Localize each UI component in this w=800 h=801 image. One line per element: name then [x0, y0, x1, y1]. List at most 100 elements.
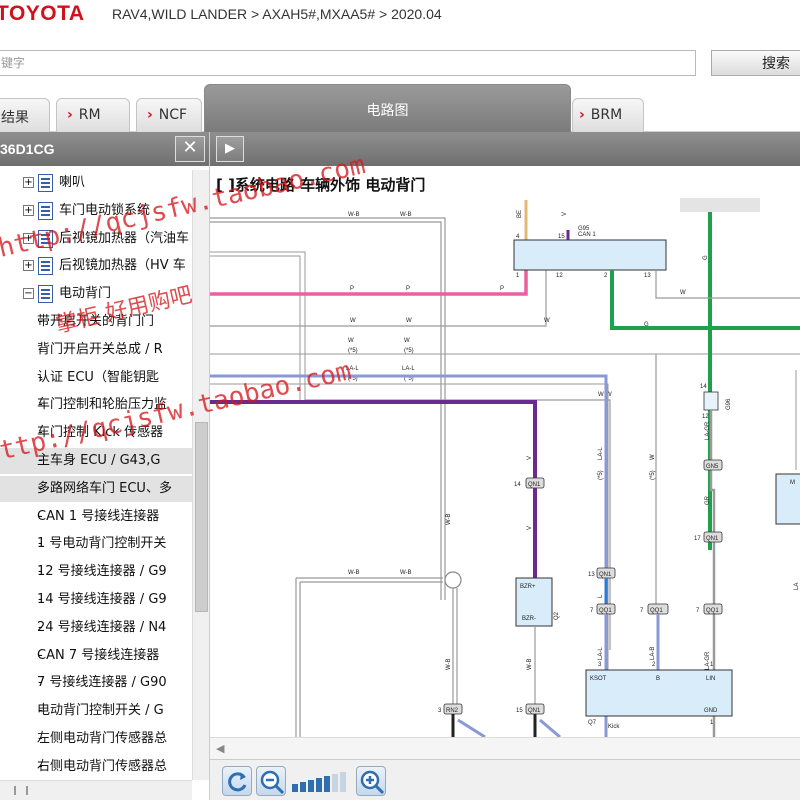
- tab-ncf[interactable]: › NCF: [136, 98, 202, 132]
- diagram-label: (*5): [598, 470, 604, 480]
- vertical-scrollbar[interactable]: [192, 170, 209, 780]
- diagram-label: V: [527, 456, 533, 460]
- tree-item[interactable]: − 电动背门: [0, 281, 192, 307]
- zoom-step[interactable]: [332, 774, 338, 792]
- diagram-label: G: [703, 255, 709, 260]
- chevron-right-icon: ›: [579, 107, 585, 123]
- horizontal-scrollbar[interactable]: [0, 780, 192, 800]
- diagram-label: (*5): [404, 348, 414, 354]
- zoom-in-icon[interactable]: [356, 766, 386, 796]
- search-input[interactable]: [0, 50, 696, 76]
- wiring-diagram[interactable]: W-B W-B W W P P P W W W W W (*5) (*5) LA-L LA-L (*5) (*5)…: [210, 170, 800, 737]
- diagram-label: W: [680, 290, 686, 296]
- zoom-step[interactable]: [316, 778, 322, 792]
- tree-item[interactable]: - 认证 ECU（智能钥匙: [0, 365, 192, 391]
- tree-item[interactable]: + 后视镜加热器（HV 车: [0, 253, 192, 279]
- tree-item[interactable]: + 喇叭: [0, 170, 192, 196]
- diagram-label: L: [598, 594, 604, 598]
- diagram-label: P: [350, 286, 354, 292]
- wire-la-l: [457, 718, 486, 737]
- document-icon: [38, 201, 53, 220]
- tree-item-label: 背门开启开关总成 / R: [37, 341, 163, 357]
- diagram-label: Q2: [554, 611, 560, 620]
- tree-item[interactable]: - 左侧电动背门传感器总: [0, 726, 192, 752]
- search-button[interactable]: 搜索: [711, 50, 800, 76]
- close-icon[interactable]: ✕: [175, 136, 205, 162]
- diagram-label: P: [406, 286, 410, 292]
- expand-icon[interactable]: +: [23, 177, 34, 188]
- tree-item[interactable]: - 多路网络车门 ECU、多: [0, 475, 192, 502]
- scroll-thumb[interactable]: [195, 422, 208, 612]
- tree-item[interactable]: -7 号接线连接器 / G90: [0, 670, 192, 696]
- diagram-label: 7: [590, 608, 594, 614]
- diagram-label: W-B: [400, 570, 412, 576]
- wire-w: [210, 383, 609, 680]
- wire-la-l: [539, 718, 561, 737]
- expand-icon[interactable]: +: [23, 260, 34, 272]
- diagram-label: KSOT: [590, 676, 607, 682]
- diagram-label: 7: [640, 608, 644, 614]
- expand-icon[interactable]: +: [23, 232, 34, 244]
- zoom-out-icon[interactable]: [256, 766, 286, 796]
- diagram-label: QQ1: [706, 608, 719, 614]
- diagram-viewer: ▶ W-B W-B W W P P P W W W W W (*5) (*5) LA-L LA-L (*5) (*…: [210, 132, 800, 800]
- zoom-step[interactable]: [292, 784, 298, 792]
- diagram-horizontal-scrollbar[interactable]: ◀: [210, 737, 800, 759]
- tab-results[interactable]: 结果: [0, 98, 50, 132]
- tree-item[interactable]: - 带开启开关的背门门: [0, 309, 192, 335]
- tree-item[interactable]: + 车门电动锁系统: [0, 198, 192, 224]
- document-icon: [38, 174, 53, 192]
- brand-logo: TOYOTA: [0, 2, 85, 25]
- diagram-label: W: [348, 338, 354, 344]
- diagram-label: LA-GR: [705, 421, 711, 440]
- wire-w-b: [210, 221, 442, 600]
- wire-w: [210, 255, 301, 400]
- diagram-label: W: [350, 318, 356, 324]
- wiring-diagram-canvas[interactable]: W-B W-B W W P P P W W W W W (*5) (*5) LA-L LA-L (*5) (*5)…: [210, 170, 800, 737]
- tree-item-label: 右侧电动背门传感器总: [37, 758, 168, 774]
- tab-brm[interactable]: › BRM: [572, 98, 644, 132]
- diagram-label: 1: [516, 273, 520, 279]
- diagram-label: 13: [588, 572, 595, 578]
- tree-item[interactable]: - 主车身 ECU / G43,G: [0, 448, 192, 474]
- tree-item[interactable]: - 车门控制和轮胎压力监: [0, 392, 192, 418]
- wire-g: [610, 270, 800, 330]
- tab-wiring-diagram[interactable]: 电路图: [204, 84, 571, 132]
- tree-item[interactable]: - 车门控制 Kick 传感器: [0, 420, 192, 446]
- refresh-icon[interactable]: [222, 766, 252, 796]
- tab-rm[interactable]: › RM: [56, 98, 130, 132]
- diagram-label: 12: [702, 414, 709, 420]
- tree-item[interactable]: - 背门开启开关总成 / R: [0, 337, 192, 363]
- diagram-label: GND: [704, 708, 718, 714]
- diagram-label: LIN: [706, 676, 715, 682]
- zoom-step[interactable]: [308, 780, 314, 792]
- wire-v: [210, 400, 537, 610]
- expand-icon[interactable]: +: [23, 204, 34, 216]
- tree-item[interactable]: - CAN 1 号接线连接器: [0, 504, 192, 530]
- tree-item[interactable]: -12 号接线连接器 / G9: [0, 559, 192, 585]
- wire-w: [210, 270, 547, 327]
- tree-item-label: 车门控制 Kick 传感器: [37, 425, 164, 441]
- grip-icon[interactable]: [14, 786, 28, 795]
- scroll-left-icon[interactable]: ◀: [216, 742, 224, 755]
- zoom-step[interactable]: [324, 776, 330, 792]
- tree-item[interactable]: - 右侧电动背门传感器总: [0, 754, 192, 780]
- zoom-step[interactable]: [300, 782, 306, 792]
- tab-label: RM: [78, 107, 101, 123]
- tree-item[interactable]: - 电动背门控制开关 / G: [0, 698, 192, 724]
- expand-panel-icon[interactable]: ▶: [216, 136, 244, 162]
- tab-label: NCF: [158, 107, 188, 123]
- tree-item[interactable]: + 后视镜加热器（汽油车: [0, 226, 192, 252]
- tree-item[interactable]: - CAN 7 号接线连接器: [0, 643, 192, 669]
- tree-item[interactable]: -24 号接线连接器 / N4: [0, 615, 192, 641]
- tree-item-label: 主车身 ECU / G43,G: [37, 453, 161, 468]
- breadcrumb[interactable]: RAV4,WILD LANDER > AXAH5#,MXAA5# > 2020.…: [112, 6, 442, 22]
- tree-item[interactable]: -1 号电动背门控制开关: [0, 531, 192, 557]
- zoom-step[interactable]: [340, 772, 346, 792]
- diagram-label: W: [544, 318, 550, 324]
- diagram-label: QQ1: [650, 608, 663, 614]
- tree-item[interactable]: -14 号接线连接器 / G9: [0, 587, 192, 613]
- diagram-label: G96: [726, 398, 732, 410]
- diagram-label: 14: [514, 482, 521, 488]
- collapse-icon[interactable]: −: [23, 288, 34, 300]
